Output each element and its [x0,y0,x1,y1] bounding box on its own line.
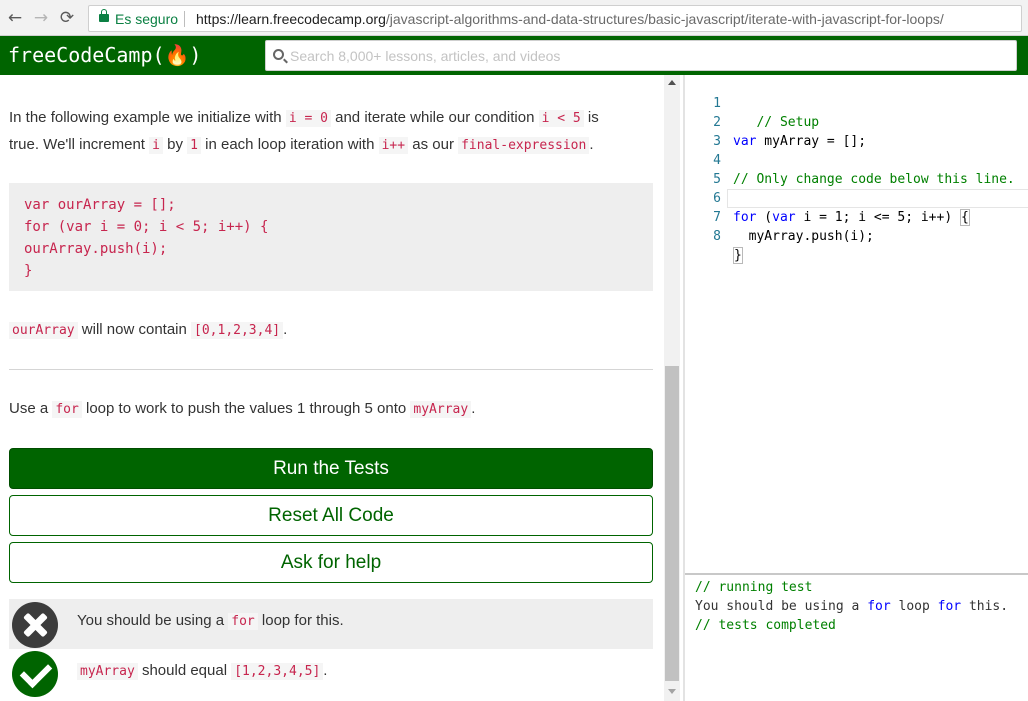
code-line: ourArray.push(i); [24,241,168,257]
reset-code-button[interactable]: Reset All Code [9,495,653,536]
fail-x-icon [12,602,58,648]
forward-arrow-icon[interactable]: → [31,8,51,28]
run-tests-button[interactable]: Run the Tests [9,448,653,489]
scroll-thumb[interactable] [665,366,679,681]
lock-icon [99,9,109,22]
site-navbar: freeCodeCamp(🔥) [0,36,1028,75]
inline-code: final-expression [458,137,590,154]
output-line: // running test [695,580,813,595]
address-separator [184,11,185,27]
editor-line[interactable]: 7 myArray.push(i); [685,189,1028,244]
reload-icon[interactable]: ⟳ [57,8,77,28]
back-arrow-icon[interactable]: ← [5,8,25,28]
inline-code: myArray [77,663,138,680]
instructions-scrollbar[interactable] [664,75,680,701]
output-line: // tests completed [695,618,836,633]
scroll-down-arrow-icon[interactable] [668,689,676,694]
challenge-instructions: Use a for loop to work to push the value… [9,400,476,418]
scroll-up-arrow-icon[interactable] [668,80,676,85]
test-description: You should be using a for loop for this. [77,612,344,630]
divider-line [9,369,653,370]
editor-line[interactable]: 4 // Only change code below this line. [685,132,1028,187]
code-line: for (var i = 0; i < 5; i++) { [24,219,269,235]
search-box[interactable] [265,40,1017,71]
address-bar[interactable]: Es seguro https://learn.freecodecamp.org… [88,5,1022,32]
pass-check-icon [12,651,58,697]
inline-code: for [52,401,82,418]
editor-line[interactable]: 5 [685,151,1028,187]
inline-code: ourArray [9,322,78,339]
editor-line[interactable]: 2 var myArray = []; [685,94,1028,149]
lesson-paragraph-2: ourArray will now contain [0,1,2,3,4]. [9,317,287,344]
editor-line[interactable]: 8 } [685,208,1028,264]
inline-code: [0,1,2,3,4] [191,322,284,339]
inline-code: myArray [410,401,472,418]
editor-line[interactable]: 6 for (var i = 1; i <= 5; i++) { [685,170,1028,226]
code-example: var ourArray = []; for (var i = 0; i < 5… [9,183,653,291]
search-input[interactable] [290,41,990,70]
inline-code: i = 0 [285,110,331,127]
test-description: myArray should equal [1,2,3,4,5]. [77,662,327,680]
url-text[interactable]: https://learn.freecodecamp.org/javascrip… [196,11,944,27]
search-icon [273,49,284,60]
inline-code: i++ [378,137,409,154]
instructions-panel: In the following example we initialize w… [0,75,666,701]
code-line: } [24,263,33,279]
inline-code: i < 5 [538,110,584,127]
code-line: var ourArray = []; [24,197,176,213]
inline-code: 1 [187,137,201,154]
lesson-paragraph-1: In the following example we initialize w… [9,109,599,154]
freecodecamp-logo[interactable]: freeCodeCamp(🔥) [8,43,201,67]
inline-code: i [149,137,163,154]
test-result-row: You should be using a for loop for this. [9,599,653,649]
inline-code: for [228,613,258,630]
output-line: You should be using a for loop for this. [695,599,1009,614]
test-result-row: myArray should equal [1,2,3,4,5]. [9,649,653,699]
browser-toolbar: ← → ⟳ Es seguro https://learn.freecodeca… [0,0,1028,36]
test-output-console: // running test You should be using a fo… [685,573,1028,701]
editor-line[interactable]: 3 [685,113,1028,149]
code-editor[interactable]: 1 // Setup 2 var myArray = []; 3 4 // On… [685,75,1028,573]
line-number: 8 [713,229,721,244]
secure-label: Es seguro [115,11,179,27]
bracket-match: } [733,247,743,264]
ask-for-help-button[interactable]: Ask for help [9,542,653,583]
editor-line[interactable]: 1 // Setup [685,75,1028,130]
inline-code: [1,2,3,4,5] [231,663,324,680]
